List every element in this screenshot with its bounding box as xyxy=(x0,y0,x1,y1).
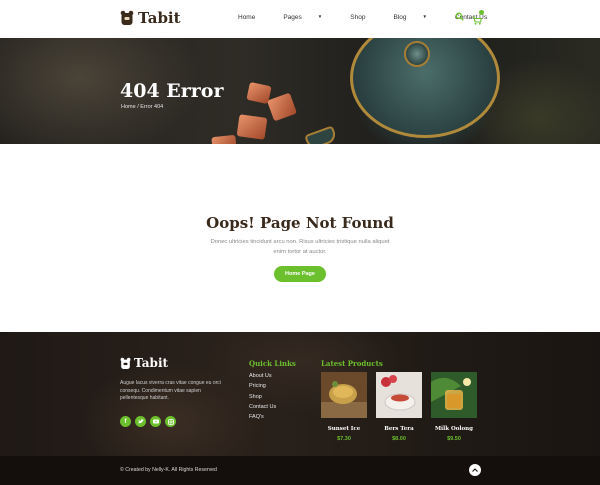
nav-item-home[interactable]: Home xyxy=(238,14,269,21)
product-card[interactable]: Milk Oolong $9.50 xyxy=(431,372,477,442)
brand-logo[interactable]: Tabit xyxy=(120,9,181,27)
product-image xyxy=(376,372,422,418)
footer-link-shop[interactable]: Shop xyxy=(249,392,276,402)
bear-logo-icon xyxy=(120,10,134,25)
bear-logo-icon xyxy=(120,357,131,369)
product-image xyxy=(431,372,477,418)
chevron-down-icon: ▼ xyxy=(422,14,427,19)
footer-link-contact[interactable]: Contact Us xyxy=(249,402,276,412)
product-card[interactable]: Sunset Ice $7.30 xyxy=(321,372,367,442)
site-footer: Tabit Augue lacus viverra cras vitae con… xyxy=(0,332,600,456)
nav-label: Home xyxy=(238,14,256,21)
nav-label: Pages xyxy=(283,14,302,21)
footer-link-pricing[interactable]: Pricing xyxy=(249,381,276,391)
product-price: $8.00 xyxy=(392,436,406,442)
nav-item-pages[interactable]: Pages ▼ xyxy=(283,14,336,21)
nav-item-shop[interactable]: Shop xyxy=(350,14,379,21)
page-title: 404 Error xyxy=(120,80,224,102)
quick-links-list: About Us Pricing Shop Contact Us FAQ's xyxy=(249,371,276,422)
page-hero-banner: 404 Error Home / Error 404 xyxy=(0,38,600,144)
not-found-text: Donec ultricies tincidunt arcu non. Risu… xyxy=(210,239,390,255)
brand-name: Tabit xyxy=(138,9,181,27)
header-actions xyxy=(455,10,484,30)
instagram-icon[interactable] xyxy=(165,416,176,427)
cart-count-badge xyxy=(479,10,484,15)
quick-links-title: Quick Links xyxy=(249,359,296,368)
not-found-heading: Oops! Page Not Found xyxy=(206,214,394,232)
nav-item-blog[interactable]: Blog ▼ xyxy=(393,14,440,21)
footer-brand-name: Tabit xyxy=(134,356,169,370)
search-icon[interactable] xyxy=(455,12,464,21)
footer-about-text: Augue lacus viverra cras vitae congue eu… xyxy=(120,380,221,401)
youtube-icon[interactable] xyxy=(150,416,161,427)
twitter-icon[interactable] xyxy=(135,416,146,427)
teapot-spout xyxy=(304,125,338,144)
breadcrumb: Home / Error 404 xyxy=(121,104,164,110)
footer-link-faq[interactable]: FAQ's xyxy=(249,412,276,422)
cart-button[interactable] xyxy=(472,10,484,30)
sugar-crystal xyxy=(211,134,237,144)
chevron-up-icon xyxy=(472,468,478,472)
site-header: Tabit Home Pages ▼ Shop Blog ▼ Contact Us xyxy=(0,0,600,38)
copyright-text: © Created by Nelly-K. All Rights Reserve… xyxy=(120,467,217,473)
product-name: Bers Tera xyxy=(384,426,414,432)
cart-icon xyxy=(472,16,482,25)
footer-bottom-bar: © Created by Nelly-K. All Rights Reserve… xyxy=(0,456,600,485)
product-name: Sunset Ice xyxy=(327,426,361,432)
teapot-lid-knob xyxy=(404,41,430,67)
chevron-down-icon: ▼ xyxy=(317,14,323,19)
nav-label: Blog xyxy=(393,14,407,21)
product-price: $7.30 xyxy=(337,436,351,442)
nav-label: Shop xyxy=(350,14,366,21)
scroll-to-top-button[interactable] xyxy=(469,464,481,476)
product-name: Milk Oolong xyxy=(434,426,474,432)
sugar-crystal xyxy=(236,114,268,140)
home-page-button[interactable]: Home Page xyxy=(274,266,326,282)
product-card[interactable]: Bers Tera $8.00 xyxy=(376,372,422,442)
footer-brand-logo[interactable]: Tabit xyxy=(120,356,168,370)
latest-products-title: Latest Products xyxy=(321,359,383,368)
facebook-icon[interactable]: f xyxy=(120,416,131,427)
social-links: f xyxy=(120,416,180,427)
product-price: $9.50 xyxy=(447,436,461,442)
footer-link-about[interactable]: About Us xyxy=(249,371,276,381)
product-image xyxy=(321,372,367,418)
sugar-crystal xyxy=(266,92,298,122)
